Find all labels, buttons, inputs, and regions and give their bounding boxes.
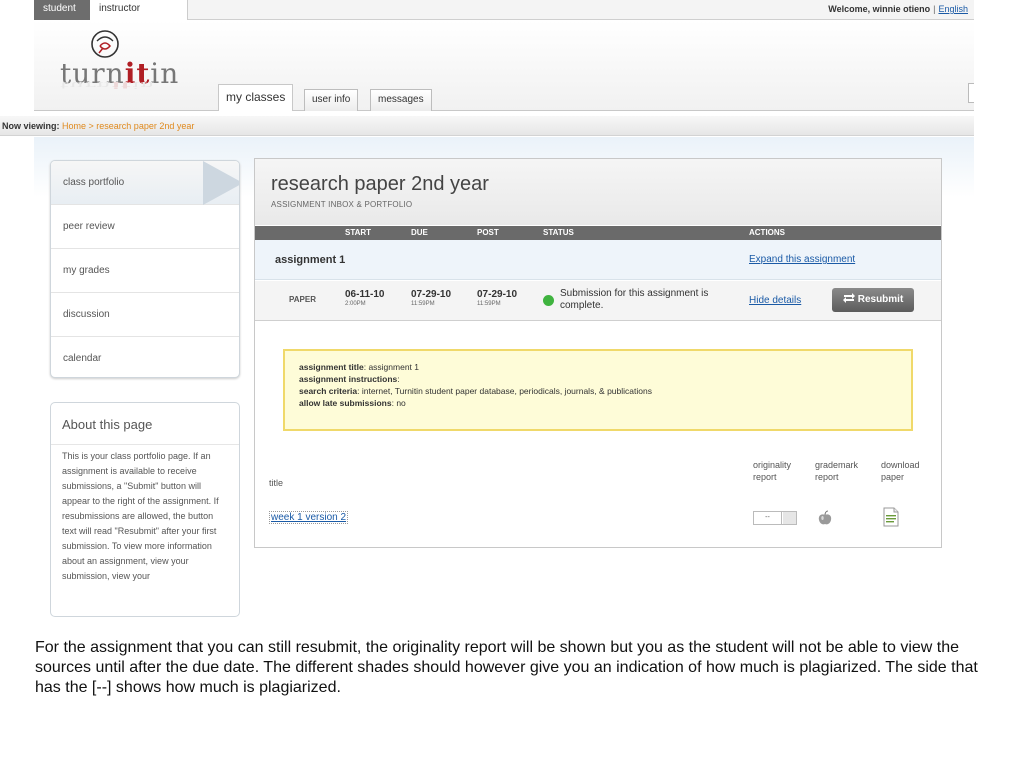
turnitin-logo-icon	[91, 30, 119, 58]
hide-details-link[interactable]: Hide details	[749, 295, 801, 306]
start-time: 2:00PM	[345, 301, 366, 307]
due-time: 11:59PM	[411, 301, 435, 307]
post-time: 11:59PM	[477, 301, 501, 307]
sidebar-item-label: my grades	[63, 265, 110, 276]
column-start: START	[345, 228, 372, 237]
sidebar-item-discussion[interactable]: discussion	[51, 293, 239, 337]
role-bar: student instructor Welcome, winnie otien…	[34, 0, 974, 20]
about-title: About this page	[51, 403, 239, 445]
welcome-separator: |	[933, 4, 936, 14]
column-actions: ACTIONS	[749, 228, 785, 237]
originality-report-button[interactable]: --	[753, 511, 797, 525]
about-panel: About this page This is your class portf…	[50, 402, 240, 617]
due-date: 07-29-10 11:59PM	[411, 289, 452, 308]
active-arrow-icon	[203, 161, 239, 205]
sidebar-item-label: discussion	[63, 309, 110, 320]
paper-type-label: PAPER	[289, 295, 316, 304]
role-tab-instructor[interactable]: instructor	[90, 0, 188, 20]
column-due: DUE	[411, 228, 428, 237]
title-column-header: title	[269, 478, 284, 488]
originality-shade	[783, 512, 796, 524]
column-status: STATUS	[543, 228, 574, 237]
assignment-panel: research paper 2nd year ASSIGNMENT INBOX…	[254, 158, 942, 548]
page-subtitle: ASSIGNMENT INBOX & PORTFOLIO	[271, 200, 413, 209]
paper-row: PAPER 06-11-10 2:00PM 07-29-10 11:59PM 07-…	[255, 281, 941, 321]
info-title-line: assignment title: assignment 1	[299, 362, 419, 372]
breadcrumb-label: Now viewing:	[2, 121, 60, 131]
start-date: 06-11-10 2:00PM	[345, 289, 385, 308]
breadcrumb-path[interactable]: Home > research paper 2nd year	[62, 121, 194, 131]
info-late-line: allow late submissions: no	[299, 398, 406, 408]
panel-header: research paper 2nd year ASSIGNMENT INBOX…	[255, 159, 941, 225]
status-complete-icon	[543, 295, 554, 306]
explanation-caption: For the assignment that you can still re…	[35, 639, 978, 696]
sidebar-item-class-portfolio[interactable]: class portfolio	[51, 161, 239, 205]
resubmit-label: Resubmit	[857, 294, 904, 305]
resubmit-arrows-icon	[842, 293, 855, 303]
welcome-area: Welcome, winnie otieno | English	[828, 4, 968, 14]
language-link[interactable]: English	[938, 4, 968, 14]
tab-messages[interactable]: messages	[370, 89, 432, 111]
breadcrumb: Now viewing: Home > research paper 2nd y…	[0, 116, 974, 136]
tab-my-classes[interactable]: my classes	[218, 84, 294, 111]
sidebar-item-calendar[interactable]: calendar	[51, 337, 239, 377]
info-criteria-line: search criteria: internet, Turnitin stud…	[299, 386, 652, 396]
logo-reflection: turnitin	[60, 79, 156, 90]
info-instructions-line: assignment instructions:	[299, 374, 400, 384]
download-column-header: download paper	[881, 460, 920, 482]
paper-title-link[interactable]: week 1 version 2	[269, 511, 349, 524]
column-header-bar: START DUE POST STATUS ACTIONS	[255, 226, 941, 240]
post-date: 07-29-10 11:59PM	[477, 289, 518, 308]
sidebar-menu: class portfolio peer review my grades di…	[50, 160, 240, 378]
assignment-info-box: assignment title: assignment 1 assignmen…	[283, 349, 913, 431]
resubmit-button[interactable]: Resubmit	[832, 288, 914, 312]
download-paper-icon[interactable]	[883, 507, 899, 527]
sidebar-item-label: calendar	[63, 353, 102, 364]
sidebar-item-label: class portfolio	[63, 177, 125, 188]
originality-score: --	[754, 512, 782, 524]
welcome-text: Welcome, winnie otieno	[828, 4, 931, 14]
sidebar-item-peer-review[interactable]: peer review	[51, 205, 239, 249]
tab-user-info[interactable]: user info	[304, 89, 359, 111]
column-post: POST	[477, 228, 499, 237]
assignment-name: assignment 1	[275, 254, 346, 266]
sidebar-item-my-grades[interactable]: my grades	[51, 249, 239, 293]
grademark-apple-icon[interactable]	[818, 510, 832, 526]
originality-column-header: originality report	[753, 460, 792, 482]
site-header: turnitin turnitin my classes user info m…	[34, 21, 974, 111]
assignment-row: assignment 1 Expand this assignment	[255, 240, 941, 280]
expand-assignment-link[interactable]: Expand this assignment	[749, 254, 855, 265]
grademark-column-header: grademark report	[815, 460, 859, 482]
about-text: This is your class portfolio page. If an…	[62, 451, 219, 581]
page-title: research paper 2nd year	[271, 173, 489, 195]
role-tab-student[interactable]: student	[34, 0, 90, 20]
sidebar-item-label: peer review	[63, 221, 115, 232]
status-text: Submission for this assignment is comple…	[560, 288, 709, 311]
header-right-edge	[968, 83, 974, 103]
